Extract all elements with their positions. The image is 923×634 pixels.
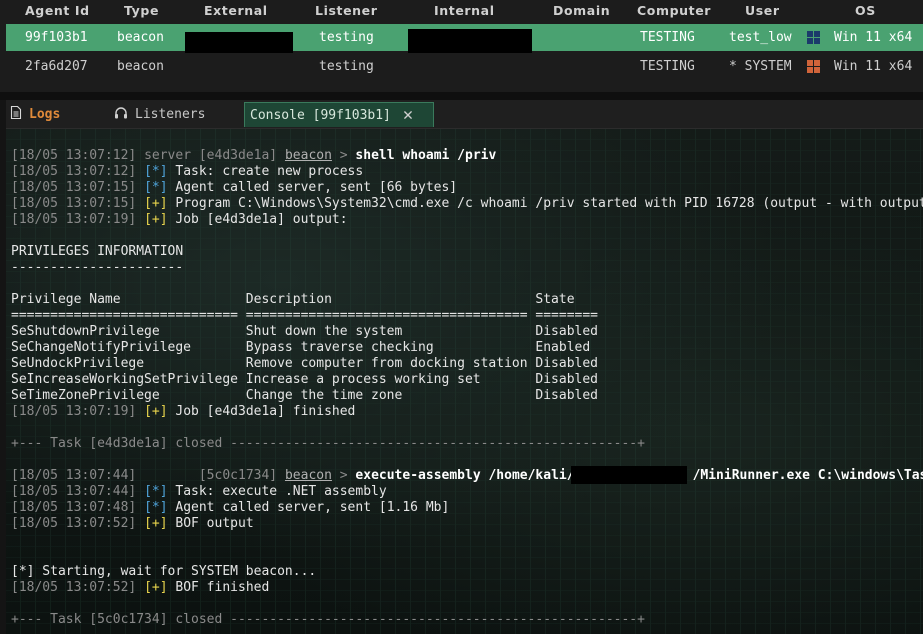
close-icon[interactable]: ✕ — [403, 105, 413, 125]
agent-listener: testing — [319, 30, 374, 45]
privilege-row: SeShutdownPrivilege Shut down the system… — [11, 324, 598, 339]
document-icon — [10, 105, 22, 123]
console-line: [18/05 13:07:15] [*] Agent called server… — [11, 180, 458, 195]
task-closed-line: +--- Task [e4d3de1a] closed ------------… — [11, 436, 645, 451]
tab-label: Logs — [29, 106, 61, 122]
column-header-computer[interactable]: Computer — [637, 3, 711, 18]
console-line: [18/05 13:07:19] [+] Job [e4d3de1a] fini… — [11, 404, 356, 419]
table-row[interactable]: 99f103b1 beacon testing TESTING test_low… — [6, 24, 923, 74]
tab-console[interactable]: Console [99f103b1] ✕ — [244, 102, 434, 127]
console-line: [18/05 13:07:19] [+] Job [e4d3de1a] outp… — [11, 212, 348, 227]
agent-listener: testing — [319, 59, 374, 74]
column-header-listener[interactable]: Listener — [315, 3, 377, 18]
console-line: [18/05 13:07:12] server [e4d3de1a] beaco… — [11, 148, 497, 163]
tab-listeners[interactable]: Listeners — [114, 102, 244, 126]
table-row[interactable]: 2fa6d207 beacon testing TESTING * SYSTEM… — [6, 53, 923, 80]
privilege-row: SeIncreaseWorkingSetPrivilege Increase a… — [11, 372, 598, 387]
agent-computer: TESTING — [640, 30, 695, 45]
privilege-row: SeTimeZonePrivilege Change the time zone… — [11, 388, 598, 403]
privileges-header: Privilege Name Description State — [11, 292, 575, 307]
agent-os: Win 11 x64 — [834, 59, 913, 74]
privileges-separator: ============================= ==========… — [11, 308, 598, 323]
tab-bar: Logs Listeners Console [99f103b1] ✕ — [6, 100, 923, 129]
agent-user: test_low — [729, 30, 792, 45]
agent-os: Win 11 x64 — [834, 30, 913, 45]
column-header-os[interactable]: OS — [855, 3, 876, 18]
tab-label: Console [99f103b1] — [250, 107, 391, 123]
agent-user: * SYSTEM — [729, 59, 792, 74]
column-header-domain[interactable]: Domain — [553, 3, 610, 18]
privileges-title: PRIVILEGES INFORMATION — [11, 244, 184, 259]
windows-icon — [807, 60, 820, 73]
console-line: [18/05 13:07:15] [+] Program C:\Windows\… — [11, 196, 923, 211]
console-line: [18/05 13:07:52] [+] BOF output — [11, 516, 254, 531]
agent-type: beacon — [117, 30, 164, 45]
privilege-row: SeUndockPrivilege Remove computer from d… — [11, 356, 598, 371]
agent-type: beacon — [117, 59, 164, 74]
console-output[interactable]: [18/05 13:07:12] server [e4d3de1a] beaco… — [6, 129, 923, 634]
agent-id: 99f103b1 — [25, 30, 88, 45]
agents-table-header: Agent Id Type External Listener Internal… — [0, 0, 923, 22]
agent-computer: TESTING — [640, 59, 695, 74]
tab-logs[interactable]: Logs — [10, 102, 112, 126]
console-line: [18/05 13:07:44] [5c0c1734] beacon > exe… — [11, 468, 923, 483]
agent-id: 2fa6d207 — [25, 59, 88, 74]
column-header-user[interactable]: User — [745, 3, 780, 18]
column-header-internal[interactable]: Internal — [434, 3, 495, 18]
console-line: [18/05 13:07:12] [*] Task: create new pr… — [11, 164, 364, 179]
console-line: [18/05 13:07:52] [+] BOF finished — [11, 580, 270, 595]
bof-output-text: [*] Starting, wait for SYSTEM beacon... — [11, 564, 317, 579]
headphones-icon — [114, 106, 128, 123]
column-header-type[interactable]: Type — [124, 3, 159, 18]
redacted-path — [571, 466, 687, 484]
windows-icon — [807, 31, 820, 44]
agents-table: Agent Id Type External Listener Internal… — [0, 0, 923, 92]
privilege-row: SeChangeNotifyPrivilege Bypass traverse … — [11, 340, 591, 355]
column-header-external[interactable]: External — [204, 3, 268, 18]
splitter[interactable] — [0, 92, 923, 100]
column-header-agent-id[interactable]: Agent Id — [25, 3, 90, 18]
privileges-underline: ---------------------- — [11, 260, 184, 275]
console-line: [18/05 13:07:44] [*] Task: execute .NET … — [11, 484, 387, 499]
task-closed-line: +--- Task [5c0c1734] closed ------------… — [11, 612, 645, 627]
console-line: [18/05 13:07:48] [*] Agent called server… — [11, 500, 450, 515]
tab-label: Listeners — [135, 106, 206, 122]
